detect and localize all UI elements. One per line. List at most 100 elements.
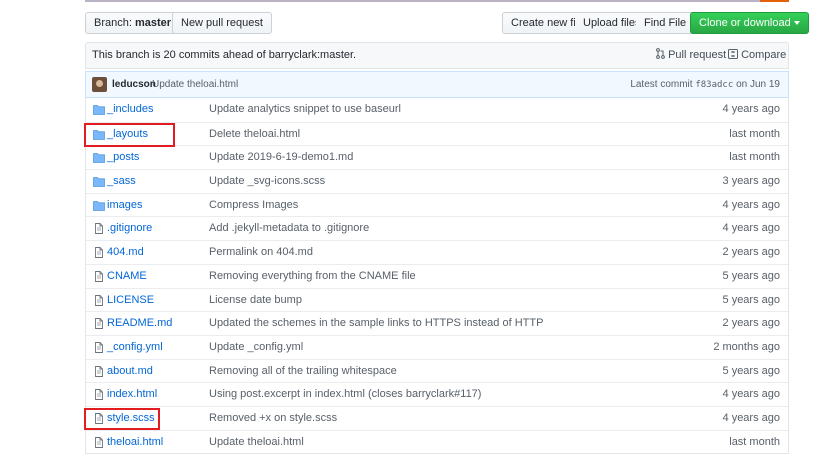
file-row[interactable]: LICENSE License date bump 5 years ago bbox=[86, 287, 788, 312]
file-row[interactable]: _sass Update _svg-icons.scss 3 years ago bbox=[86, 169, 788, 193]
file-name-link[interactable]: README.md bbox=[107, 312, 172, 335]
file-age: last month bbox=[729, 435, 780, 448]
file-icon bbox=[93, 247, 105, 259]
file-row[interactable]: about.md Removing all of the trailing whi… bbox=[86, 358, 788, 383]
file-row[interactable]: style.scss Removed +x on style.scss 4 year… bbox=[86, 405, 788, 430]
folder-icon bbox=[93, 152, 105, 164]
file-name-link[interactable]: about.md bbox=[107, 360, 153, 383]
commit-sha[interactable]: f83adcc bbox=[695, 80, 733, 90]
file-commit-message[interactable]: Update 2019-6-19-demo1.md bbox=[209, 146, 353, 169]
file-icon bbox=[93, 270, 105, 282]
file-commit-message[interactable]: Update theloai.html bbox=[209, 431, 304, 454]
file-name-link[interactable]: theloai.html bbox=[107, 431, 163, 454]
file-age: last month bbox=[729, 151, 780, 164]
file-commit-message[interactable]: Permalink on 404.md bbox=[209, 241, 313, 264]
file-name-link[interactable]: LICENSE bbox=[107, 289, 154, 312]
file-commit-message[interactable]: Update _svg-icons.scss bbox=[209, 170, 325, 193]
file-commit-message[interactable]: Removing all of the trailing whitespace bbox=[209, 360, 397, 383]
file-commit-message[interactable]: Update analytics snippet to use baseurl bbox=[209, 98, 401, 121]
file-icon bbox=[93, 318, 105, 330]
file-age: 4 years ago bbox=[722, 388, 780, 401]
compare-link[interactable]: Compare bbox=[728, 43, 786, 68]
file-row[interactable]: _config.yml Update _config.yml 2 months ag… bbox=[86, 334, 788, 359]
file-icon bbox=[93, 436, 105, 448]
file-name-link[interactable]: index.html bbox=[107, 383, 157, 406]
clone-or-download-button[interactable]: Clone or download bbox=[690, 12, 809, 34]
file-list: _includes Update analytics snippet to use… bbox=[85, 98, 789, 455]
file-name-link[interactable]: CNAME bbox=[107, 265, 147, 288]
file-age: 4 years ago bbox=[722, 103, 780, 115]
branch-name: master bbox=[134, 17, 172, 29]
file-commit-message[interactable]: Compress Images bbox=[209, 194, 298, 217]
file-commit-message[interactable]: Removing everything from the CNAME file bbox=[209, 265, 416, 288]
latest-commit-label: Latest commit bbox=[630, 79, 693, 90]
file-icon bbox=[93, 389, 105, 401]
file-icon bbox=[93, 365, 105, 377]
file-toolbar: Branch: master New pull request Create n… bbox=[85, 12, 809, 36]
file-age: 4 years ago bbox=[722, 222, 780, 235]
file-age: 5 years ago bbox=[722, 364, 780, 377]
file-row[interactable]: images Compress Images 4 years ago bbox=[86, 192, 788, 217]
file-name-link[interactable]: _includes bbox=[107, 98, 153, 121]
file-row[interactable]: _layouts Delete theloai.html last month bbox=[86, 121, 788, 146]
file-icon bbox=[93, 341, 105, 353]
file-row[interactable]: index.html Using post.excerpt in index.ht… bbox=[86, 382, 788, 406]
commit-date: on Jun 19 bbox=[736, 79, 780, 90]
commit-author[interactable]: leducson bbox=[112, 72, 156, 97]
compare-icon bbox=[728, 49, 738, 59]
folder-icon bbox=[93, 176, 105, 187]
file-age: last month bbox=[729, 127, 780, 140]
file-name-link[interactable]: _config.yml bbox=[107, 336, 163, 359]
folder-icon bbox=[93, 200, 105, 211]
latest-commit-bar: leducson Update theloai.html Latest comm… bbox=[85, 71, 789, 98]
file-commit-message[interactable]: Removed +x on style.scss bbox=[209, 407, 337, 430]
folder-icon bbox=[93, 104, 105, 115]
file-name-link[interactable]: .gitignore bbox=[107, 217, 152, 240]
highlight-box-style-scss bbox=[84, 408, 160, 430]
file-row[interactable]: README.md Updated the schemes in the samp… bbox=[86, 311, 788, 335]
file-age: 2 years ago bbox=[722, 246, 780, 259]
pull-request-label: Pull request bbox=[668, 49, 727, 61]
file-name-link[interactable]: _sass bbox=[107, 170, 136, 193]
avatar[interactable] bbox=[92, 77, 107, 92]
pull-request-icon bbox=[656, 48, 665, 59]
file-row[interactable]: _posts Update 2019-6-19-demo1.md last mont… bbox=[86, 145, 788, 169]
file-commit-message[interactable]: Using post.excerpt in index.html (closes… bbox=[209, 383, 481, 406]
file-age: 2 years ago bbox=[722, 317, 780, 330]
latest-commit-info: Latest commit f83adcc on Jun 19 bbox=[630, 72, 780, 98]
compare-label: Compare bbox=[741, 49, 787, 61]
commit-message[interactable]: Update theloai.html bbox=[152, 72, 238, 97]
file-icon bbox=[93, 223, 105, 235]
top-border-accent bbox=[760, 0, 789, 2]
file-commit-message[interactable]: Updated the schemes in the sample links … bbox=[209, 312, 543, 335]
file-commit-message[interactable]: Add .jekyll-metadata to .gitignore bbox=[209, 217, 369, 240]
file-row[interactable]: 404.md Permalink on 404.md 2 years ago bbox=[86, 240, 788, 264]
file-age: 4 years ago bbox=[722, 198, 780, 211]
file-row[interactable]: CNAME Removing everything from the CNAME … bbox=[86, 263, 788, 288]
branch-prefix: Branch: bbox=[94, 17, 132, 29]
find-file-button[interactable]: Find File bbox=[636, 12, 696, 34]
clone-label: Clone or download bbox=[699, 17, 791, 29]
file-name-link[interactable]: _posts bbox=[107, 146, 139, 169]
new-pull-request-button[interactable]: New pull request bbox=[172, 12, 272, 34]
file-commit-message[interactable]: Update _config.yml bbox=[209, 336, 303, 359]
branch-info-bar: This branch is 20 commits ahead of barry… bbox=[85, 42, 789, 69]
file-commit-message[interactable]: License date bump bbox=[209, 289, 302, 312]
file-commit-message[interactable]: Delete theloai.html bbox=[209, 123, 300, 146]
file-age: 3 years ago bbox=[722, 175, 780, 188]
file-name-link[interactable]: 404.md bbox=[107, 241, 144, 264]
pull-request-link[interactable]: Pull request bbox=[656, 43, 726, 68]
file-row[interactable]: .gitignore Add .jekyll-metadata to .gitig… bbox=[86, 216, 788, 240]
file-icon bbox=[93, 294, 105, 306]
file-row[interactable]: _includes Update analytics snippet to use… bbox=[86, 98, 788, 122]
file-age: 5 years ago bbox=[722, 269, 780, 282]
caret-down-icon bbox=[793, 21, 800, 26]
highlight-box-layouts bbox=[84, 123, 175, 147]
file-age: 4 years ago bbox=[722, 411, 780, 424]
file-age: 5 years ago bbox=[722, 293, 780, 306]
file-row[interactable]: theloai.html Update theloai.html last mont… bbox=[86, 429, 788, 454]
branch-ahead-text: This branch is 20 commits ahead of barry… bbox=[92, 49, 357, 61]
file-name-link[interactable]: images bbox=[107, 194, 142, 217]
top-border bbox=[85, 0, 789, 2]
file-age: 2 months ago bbox=[713, 340, 780, 353]
